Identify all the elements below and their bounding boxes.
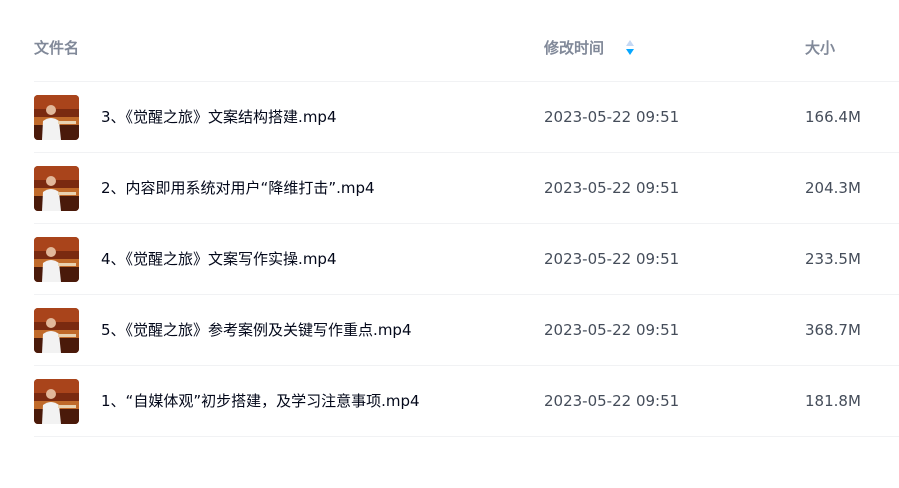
file-modified-time: 2023-05-22 09:51 xyxy=(544,250,680,268)
file-list-table: 文件名 修改时间 大小 3、《觉醒之旅》文案结构搭建.mp4 2023-05-2… xyxy=(34,0,899,437)
file-name[interactable]: 3、《觉醒之旅》文案结构搭建.mp4 xyxy=(101,107,337,127)
video-thumbnail xyxy=(34,308,79,353)
file-name[interactable]: 5、《觉醒之旅》参考案例及关键写作重点.mp4 xyxy=(101,320,412,340)
file-size: 233.5M xyxy=(805,250,861,268)
file-row[interactable]: 5、《觉醒之旅》参考案例及关键写作重点.mp4 2023-05-22 09:51… xyxy=(34,295,899,366)
column-header-modified-time[interactable]: 修改时间 xyxy=(544,38,604,58)
file-modified-time: 2023-05-22 09:51 xyxy=(544,179,680,197)
table-header: 文件名 修改时间 大小 xyxy=(34,0,899,82)
column-header-name[interactable]: 文件名 xyxy=(34,38,79,58)
file-size: 166.4M xyxy=(805,108,861,126)
column-header-size[interactable]: 大小 xyxy=(805,38,835,58)
file-size: 204.3M xyxy=(805,179,861,197)
file-name[interactable]: 2、内容即用系统对用户“降维打击”.mp4 xyxy=(101,178,375,198)
video-thumbnail xyxy=(34,237,79,282)
video-thumbnail xyxy=(34,166,79,211)
file-row[interactable]: 3、《觉醒之旅》文案结构搭建.mp4 2023-05-22 09:51 166.… xyxy=(34,82,899,153)
file-row[interactable]: 2、内容即用系统对用户“降维打击”.mp4 2023-05-22 09:51 2… xyxy=(34,153,899,224)
file-row[interactable]: 1、“自媒体观”初步搭建，及学习注意事项.mp4 2023-05-22 09:5… xyxy=(34,366,899,437)
file-modified-time: 2023-05-22 09:51 xyxy=(544,321,680,339)
video-thumbnail xyxy=(34,95,79,140)
sort-icon[interactable] xyxy=(624,38,636,58)
file-modified-time: 2023-05-22 09:51 xyxy=(544,108,680,126)
file-modified-time: 2023-05-22 09:51 xyxy=(544,392,680,410)
file-name[interactable]: 4、《觉醒之旅》文案写作实操.mp4 xyxy=(101,249,337,269)
file-size: 181.8M xyxy=(805,392,861,410)
file-size: 368.7M xyxy=(805,321,861,339)
video-thumbnail xyxy=(34,379,79,424)
file-row[interactable]: 4、《觉醒之旅》文案写作实操.mp4 2023-05-22 09:51 233.… xyxy=(34,224,899,295)
file-name[interactable]: 1、“自媒体观”初步搭建，及学习注意事项.mp4 xyxy=(101,391,420,411)
